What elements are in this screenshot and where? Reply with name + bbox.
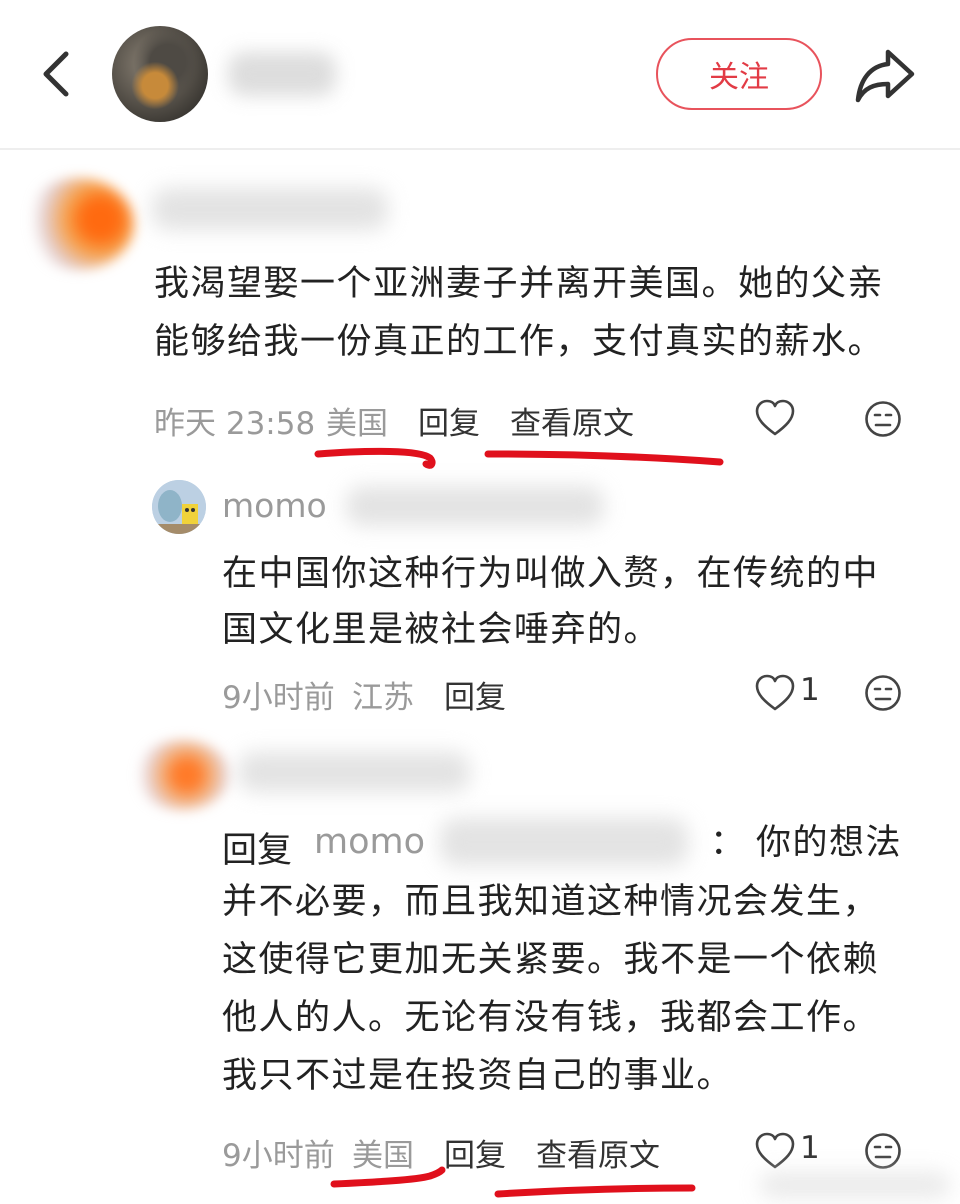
author-avatar[interactable] (112, 26, 208, 122)
dislike-button[interactable] (864, 1132, 902, 1170)
heart-icon (755, 399, 795, 436)
comment-time: 昨天 23:58 (154, 406, 316, 442)
reply-prefix: 回复 (222, 831, 293, 871)
watermark-blurred (760, 1172, 950, 1198)
like-button[interactable] (754, 673, 796, 713)
comment-text-line: 这使得它更加无关紧要。我不是一个依赖 (222, 940, 880, 980)
share-icon (855, 49, 915, 103)
comment-time: 9小时前 (222, 680, 335, 716)
commenter-name-blurred (238, 752, 470, 792)
comment-text-line: 他人的人。无论有没有钱，我都会工作。 (222, 998, 880, 1038)
heart-icon (755, 674, 795, 711)
reply-to-username[interactable]: momo (314, 822, 425, 862)
red-underline-mark (314, 447, 724, 469)
comment-text-line: 国文化里是被社会唾弃的。 (222, 610, 661, 650)
comment-text-line: 并不必要，而且我知道这种情况会发生， (222, 882, 880, 922)
reply-avatar[interactable] (152, 480, 206, 534)
commenter-avatar[interactable] (134, 740, 230, 810)
view-original-button[interactable]: 查看原文 (510, 398, 634, 443)
reply-button[interactable]: 回复 (418, 398, 480, 443)
author-name-blurred (228, 52, 336, 96)
commenter-name-blurred (152, 188, 388, 230)
comment-text-line: 你的想法 (756, 823, 903, 863)
reply-name-extra-blurred (346, 486, 604, 526)
follow-button[interactable]: 关注 (656, 38, 822, 110)
meh-face-icon (865, 1133, 901, 1169)
dislike-button[interactable] (864, 400, 902, 438)
like-button[interactable] (754, 1131, 796, 1171)
comment-text-line: 在中国你这种行为叫做入赘，在传统的中 (222, 554, 880, 594)
back-button[interactable] (30, 44, 90, 104)
heart-icon (755, 1132, 795, 1169)
top-bar: 关注 (0, 0, 960, 148)
comment-text-line: 能够给我一份真正的工作，支付真实的薪水。 (154, 322, 885, 362)
like-button[interactable] (754, 398, 796, 438)
like-count: 1 (800, 1130, 820, 1166)
header-divider (0, 148, 960, 150)
meh-face-icon (865, 401, 901, 437)
chevron-left-icon (43, 51, 69, 97)
red-underline-mark (330, 1166, 696, 1198)
meh-face-icon (865, 675, 901, 711)
reply-to-name-blurred (440, 818, 688, 866)
dislike-button[interactable] (864, 674, 902, 712)
comment-text-line: 我渴望娶一个亚洲妻子并离开美国。她的父亲 (154, 264, 885, 304)
avatar-cartoon-icon (152, 480, 206, 534)
comment-location: 江苏 (352, 680, 414, 716)
reply-button[interactable]: 回复 (444, 672, 506, 717)
commenter-avatar[interactable] (22, 178, 134, 270)
share-button[interactable] (852, 44, 918, 106)
reply-colon: ： (710, 823, 747, 863)
reply-username[interactable]: momo (222, 486, 327, 525)
like-count: 1 (800, 672, 820, 708)
comment-text-line: 我只不过是在投资自己的事业。 (222, 1056, 734, 1096)
comment-time: 9小时前 (222, 1138, 335, 1174)
comment-location: 美国 (326, 406, 388, 442)
